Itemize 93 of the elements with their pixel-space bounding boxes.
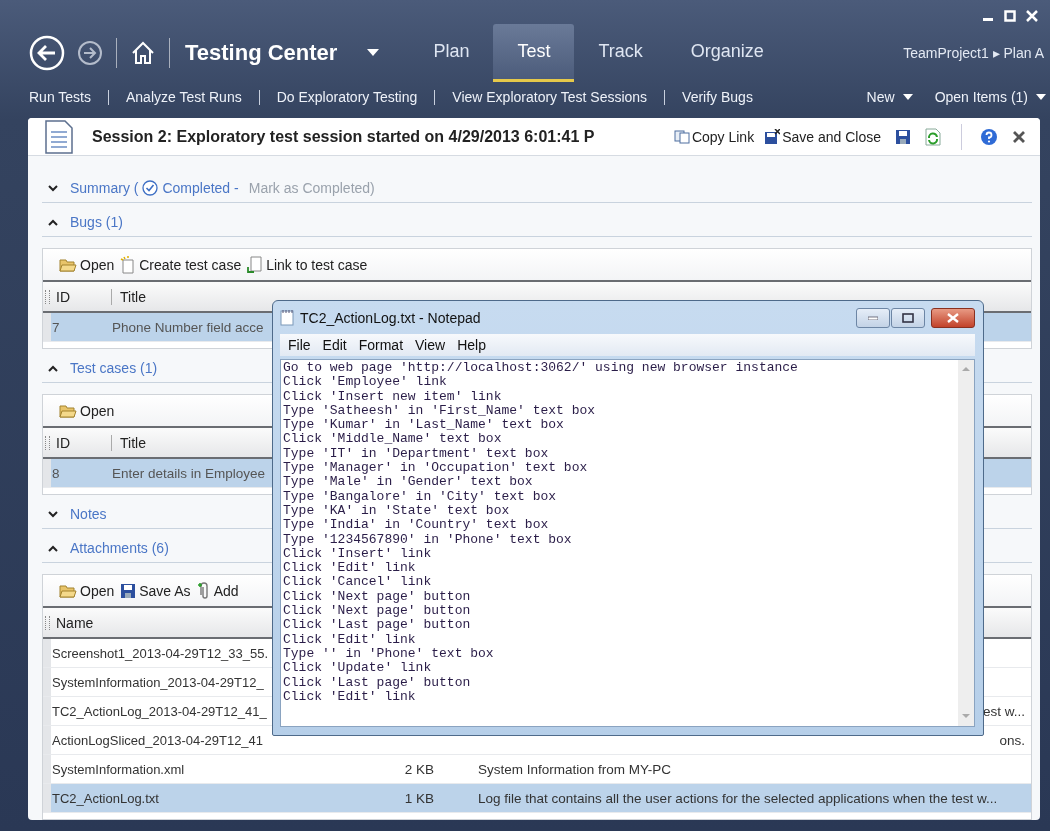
copy-icon — [673, 129, 690, 144]
table-cell: Screenshot1_2013-04-29T12_33_55. — [52, 645, 269, 661]
maximize-icon[interactable] — [1004, 10, 1016, 22]
section-link[interactable]: Test cases (1) — [70, 360, 158, 376]
menu-item[interactable]: Help — [451, 337, 492, 353]
nav-link[interactable]: Verify Bugs — [682, 89, 753, 105]
back-icon[interactable] — [29, 35, 65, 71]
section-link[interactable]: Attachments (6) — [70, 540, 169, 556]
table-cell: System Information from MY-PC — [478, 761, 672, 777]
help-icon[interactable] — [980, 127, 998, 146]
window-title: TC2_ActionLog.txt - Notepad — [300, 309, 481, 326]
nav-tab[interactable]: Track — [574, 24, 667, 82]
check-circle-icon — [142, 180, 159, 196]
new-document-icon — [120, 255, 137, 274]
toolbar-button[interactable]: Open — [59, 402, 119, 419]
nav-link[interactable]: Run Tests — [29, 89, 91, 105]
refresh-icon[interactable] — [925, 127, 941, 146]
toolbar-button[interactable]: Open — [59, 582, 119, 599]
breadcrumb[interactable]: TeamProject1 ▸ Plan A — [903, 45, 1044, 61]
toolbar-button[interactable]: Add — [196, 581, 243, 600]
table-cell: TC2_ActionLog.txt — [52, 790, 159, 806]
column-title[interactable]: ID — [54, 434, 112, 451]
table-cell: ActionLogSliced_2013-04-29T12_41 — [52, 732, 264, 748]
folder-icon — [59, 256, 77, 273]
nav-link[interactable]: View Exploratory Test Sessions — [452, 89, 648, 105]
chevron-up-icon[interactable] — [48, 364, 58, 372]
vertical-scrollbar[interactable] — [958, 360, 974, 726]
save-icon[interactable] — [895, 128, 911, 145]
table-cell-text: 8 — [52, 465, 61, 481]
toolbar-button[interactable]: Save As — [120, 582, 195, 599]
menu-item[interactable]: File — [282, 337, 317, 353]
caret-icon — [902, 94, 913, 100]
nav-link[interactable]: Analyze Test Runs — [126, 89, 242, 105]
save-icon — [764, 128, 781, 145]
app-title: Testing Center — [185, 40, 338, 66]
table-cell-text: 7 — [52, 319, 61, 335]
table-cell: Phone Number field acce — [112, 319, 264, 335]
table-cell: 2 KB — [404, 761, 434, 777]
column-title[interactable]: Title — [118, 434, 146, 451]
text-area[interactable] — [280, 359, 975, 727]
log-text: Go to web page 'http://localhost:3062/' using new browser instance Click 'Employee' link Click 'Insert new item' link Type 'Satheesh' in 'First_Name' text box Type 'Kumar' in 'Last_Name' text box Click 'Middle_Name' text box Type 'IT' in 'Department' text box Type 'Manager' in 'Occupation' text box Type 'Male' in 'Gender' text box Type 'Bangalore' in 'City' text box Type 'KA' in 'State' text box Type 'India' in 'Country' text box Type '1234567890' in 'Phone' text box Click 'Insert' link Click 'Edit' link Click 'Cancel' link Click 'Next page' button Click 'Next page' button Click 'Last page' button Click 'Edit' link Type '' in 'Phone' text box Click 'Update' link Click 'Last page' button Click 'Edit' link — [282, 360, 799, 706]
maximize-icon — [902, 312, 914, 323]
caret-icon[interactable] — [367, 49, 380, 57]
section-link[interactable]: Notes — [70, 506, 107, 522]
forward-icon[interactable] — [77, 40, 103, 66]
column-title[interactable]: Name — [54, 614, 94, 631]
status-label: Completed - — [162, 180, 239, 196]
notepad-icon — [280, 309, 294, 326]
toolbar-button[interactable]: Link to test case — [247, 255, 372, 274]
nav-tab[interactable]: Test — [493, 24, 575, 82]
toolbar-button[interactable]: Create test case — [120, 255, 246, 274]
menu-button[interactable]: New — [866, 89, 913, 105]
close-button[interactable] — [931, 307, 975, 328]
session-title: Session 2: Exploratory test session started on 4/29/2013 6:01:41 P — [92, 127, 595, 146]
column-title[interactable]: Title — [118, 288, 146, 305]
menu-item[interactable]: View — [409, 337, 452, 353]
table-cell: Enter details in Employee — [112, 465, 266, 481]
chevron-up-icon[interactable] — [48, 218, 58, 226]
column-title[interactable]: ID — [54, 288, 112, 305]
menu-item[interactable]: Edit — [316, 337, 353, 353]
folder-icon — [59, 402, 77, 419]
paperclip-icon — [196, 581, 211, 600]
chevron-up-icon[interactable] — [48, 544, 58, 552]
nav-tab[interactable]: Plan — [409, 24, 494, 82]
menu-button[interactable]: Open Items (1) — [934, 89, 1046, 105]
save-icon — [120, 582, 137, 599]
table-cell: est w... — [982, 703, 1025, 719]
nav-link[interactable]: Do Exploratory Testing — [276, 89, 418, 105]
table-cell: SystemInformation_2013-04-29T12_ — [52, 674, 264, 690]
toolbar-button[interactable]: Open — [59, 256, 119, 273]
toolbar-button[interactable]: Copy Link — [673, 128, 755, 145]
minimize-button[interactable] — [856, 307, 890, 328]
maximize-button[interactable] — [891, 307, 925, 328]
table-cell: Log file that contains all the user actions for the selected applications when the test w... — [478, 790, 998, 806]
section-link[interactable]: Bugs (1) — [70, 214, 123, 230]
document-link-icon — [247, 255, 264, 274]
close-icon — [947, 312, 959, 323]
chevron-down-icon[interactable] — [48, 184, 58, 192]
home-icon[interactable] — [130, 40, 156, 66]
section-link[interactable]: Summary ( — [70, 180, 139, 196]
table-cell: TC2_ActionLog_2013-04-29T12_41_ — [52, 703, 267, 719]
minimize-icon — [868, 315, 878, 320]
caret-icon — [1036, 94, 1046, 100]
table-cell: ons. — [999, 732, 1025, 748]
menu-item[interactable]: Format — [352, 337, 410, 353]
table-cell: 1 KB — [404, 790, 434, 806]
toolbar-button[interactable]: Save and Close — [764, 128, 881, 145]
table-row[interactable]: TC2_ActionLog.txt 1 KB Log file that contains all the user actions for the selected applications when the test w... — [43, 784, 1031, 813]
folder-icon — [59, 582, 77, 599]
table-cell: SystemInformation.xml — [52, 761, 185, 777]
close-icon[interactable] — [1012, 129, 1026, 144]
nav-tab[interactable]: Organize — [666, 24, 788, 82]
chevron-down-icon[interactable] — [48, 510, 58, 518]
